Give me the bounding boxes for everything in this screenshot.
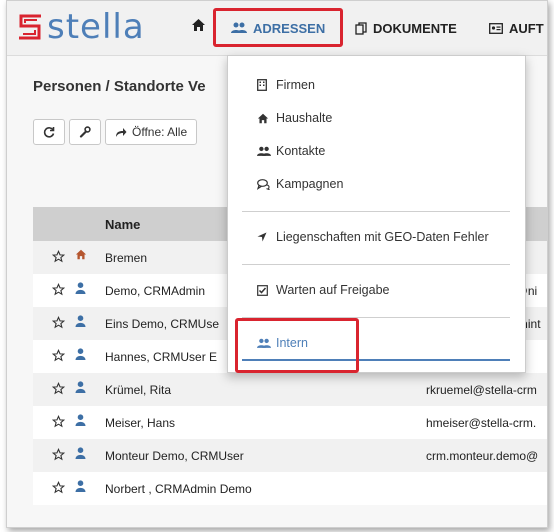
menu-item-label: Kontakte [276, 144, 326, 158]
user-icon [75, 414, 86, 426]
checkbox-icon [257, 284, 272, 296]
highlight-box-intern [235, 318, 359, 373]
share-arrow-icon [115, 127, 127, 138]
menu-item-label: Liegenschaften mit GEO-Daten Fehler [276, 230, 489, 244]
table-row[interactable]: Norbert , CRMAdmin Demo [33, 472, 547, 505]
row-name[interactable]: Norbert , CRMAdmin Demo [105, 482, 252, 496]
favorite-star-icon[interactable] [52, 481, 65, 494]
refresh-button[interactable] [33, 119, 65, 145]
user-icon [75, 315, 86, 327]
menu-item-liegenschaften-geo-fehler[interactable]: Liegenschaften mit GEO-Daten Fehler [257, 230, 489, 244]
refresh-icon [43, 126, 55, 138]
menu-item-label: Kampagnen [276, 177, 344, 191]
user-icon [75, 480, 86, 492]
documents-icon [355, 21, 367, 35]
building-icon [257, 79, 272, 91]
menu-item-label: Firmen [276, 78, 315, 92]
user-icon [75, 381, 86, 393]
favorite-star-icon[interactable] [52, 448, 65, 461]
table-row[interactable]: Meiser, Hans hmeiser@stella-crm. [33, 406, 547, 439]
nav-auftraege-label: AUFT [509, 20, 544, 36]
page-title: Personen / Standorte Ve [33, 78, 206, 95]
menu-divider [242, 211, 510, 212]
location-arrow-icon [257, 232, 272, 242]
user-icon [75, 348, 86, 360]
favorite-star-icon[interactable] [52, 349, 65, 362]
table-row[interactable]: Krümel, Rita rkruemel@stella-crm [33, 373, 547, 406]
home-icon [257, 113, 272, 124]
row-name[interactable]: Eins Demo, CRMUse [105, 317, 219, 331]
nav-auftraege[interactable]: AUFT [489, 15, 544, 41]
user-icon [75, 282, 86, 294]
open-filter-label: Öffne: Alle [132, 125, 188, 139]
menu-item-warten-auf-freigabe[interactable]: Warten auf Freigabe [257, 283, 389, 297]
id-card-icon [489, 22, 503, 34]
users-icon [257, 146, 272, 157]
favorite-star-icon[interactable] [52, 283, 65, 296]
row-email: hmeiser@stella-crm. [426, 416, 537, 430]
favorite-star-icon[interactable] [52, 382, 65, 395]
settings-button[interactable] [69, 119, 101, 145]
menu-item-haushalte[interactable]: Haushalte [257, 111, 332, 125]
menu-item-label: Haushalte [276, 111, 333, 125]
favorite-star-icon[interactable] [52, 316, 65, 329]
row-name[interactable]: Meiser, Hans [105, 416, 175, 430]
home-icon [75, 249, 87, 260]
user-icon [75, 447, 86, 459]
row-name[interactable]: Krümel, Rita [105, 383, 171, 397]
logo-text: stella [47, 7, 145, 47]
menu-item-firmen[interactable]: Firmen [257, 78, 315, 92]
menu-item-kontakte[interactable]: Kontakte [257, 144, 325, 158]
menu-item-label: Warten auf Freigabe [276, 283, 390, 297]
column-header-name[interactable]: Name [105, 217, 140, 232]
top-navigation-bar: stella ADRESSEN DOKUMENTE AUFT [7, 1, 547, 56]
app-window: stella ADRESSEN DOKUMENTE AUFT Personen … [6, 0, 548, 528]
row-name[interactable]: Demo, CRMAdmin [105, 284, 205, 298]
comments-icon [257, 178, 272, 190]
nav-dokumente-label: DOKUMENTE [373, 20, 457, 36]
row-name[interactable]: Monteur Demo, CRMUser [105, 449, 244, 463]
row-email: crm.monteur.demo@ [426, 449, 539, 463]
stella-logo-mark-icon [19, 14, 41, 40]
favorite-star-icon[interactable] [52, 250, 65, 263]
nav-home-icon[interactable] [191, 18, 206, 32]
nav-dokumente[interactable]: DOKUMENTE [355, 15, 457, 41]
stella-logo[interactable]: stella [15, 7, 145, 47]
wrench-icon [79, 126, 91, 138]
open-filter-button[interactable]: Öffne: Alle [105, 119, 198, 145]
menu-divider [242, 264, 510, 265]
table-row[interactable]: Monteur Demo, CRMUser crm.monteur.demo@ [33, 439, 547, 472]
favorite-star-icon[interactable] [52, 415, 65, 428]
toolbar: Öffne: Alle [33, 119, 198, 145]
highlight-box-adressen [213, 8, 343, 47]
row-name[interactable]: Bremen [105, 251, 147, 265]
row-name[interactable]: Hannes, CRMUser E [105, 350, 217, 364]
row-email: rkruemel@stella-crm [426, 383, 537, 397]
menu-item-kampagnen[interactable]: Kampagnen [257, 177, 343, 191]
